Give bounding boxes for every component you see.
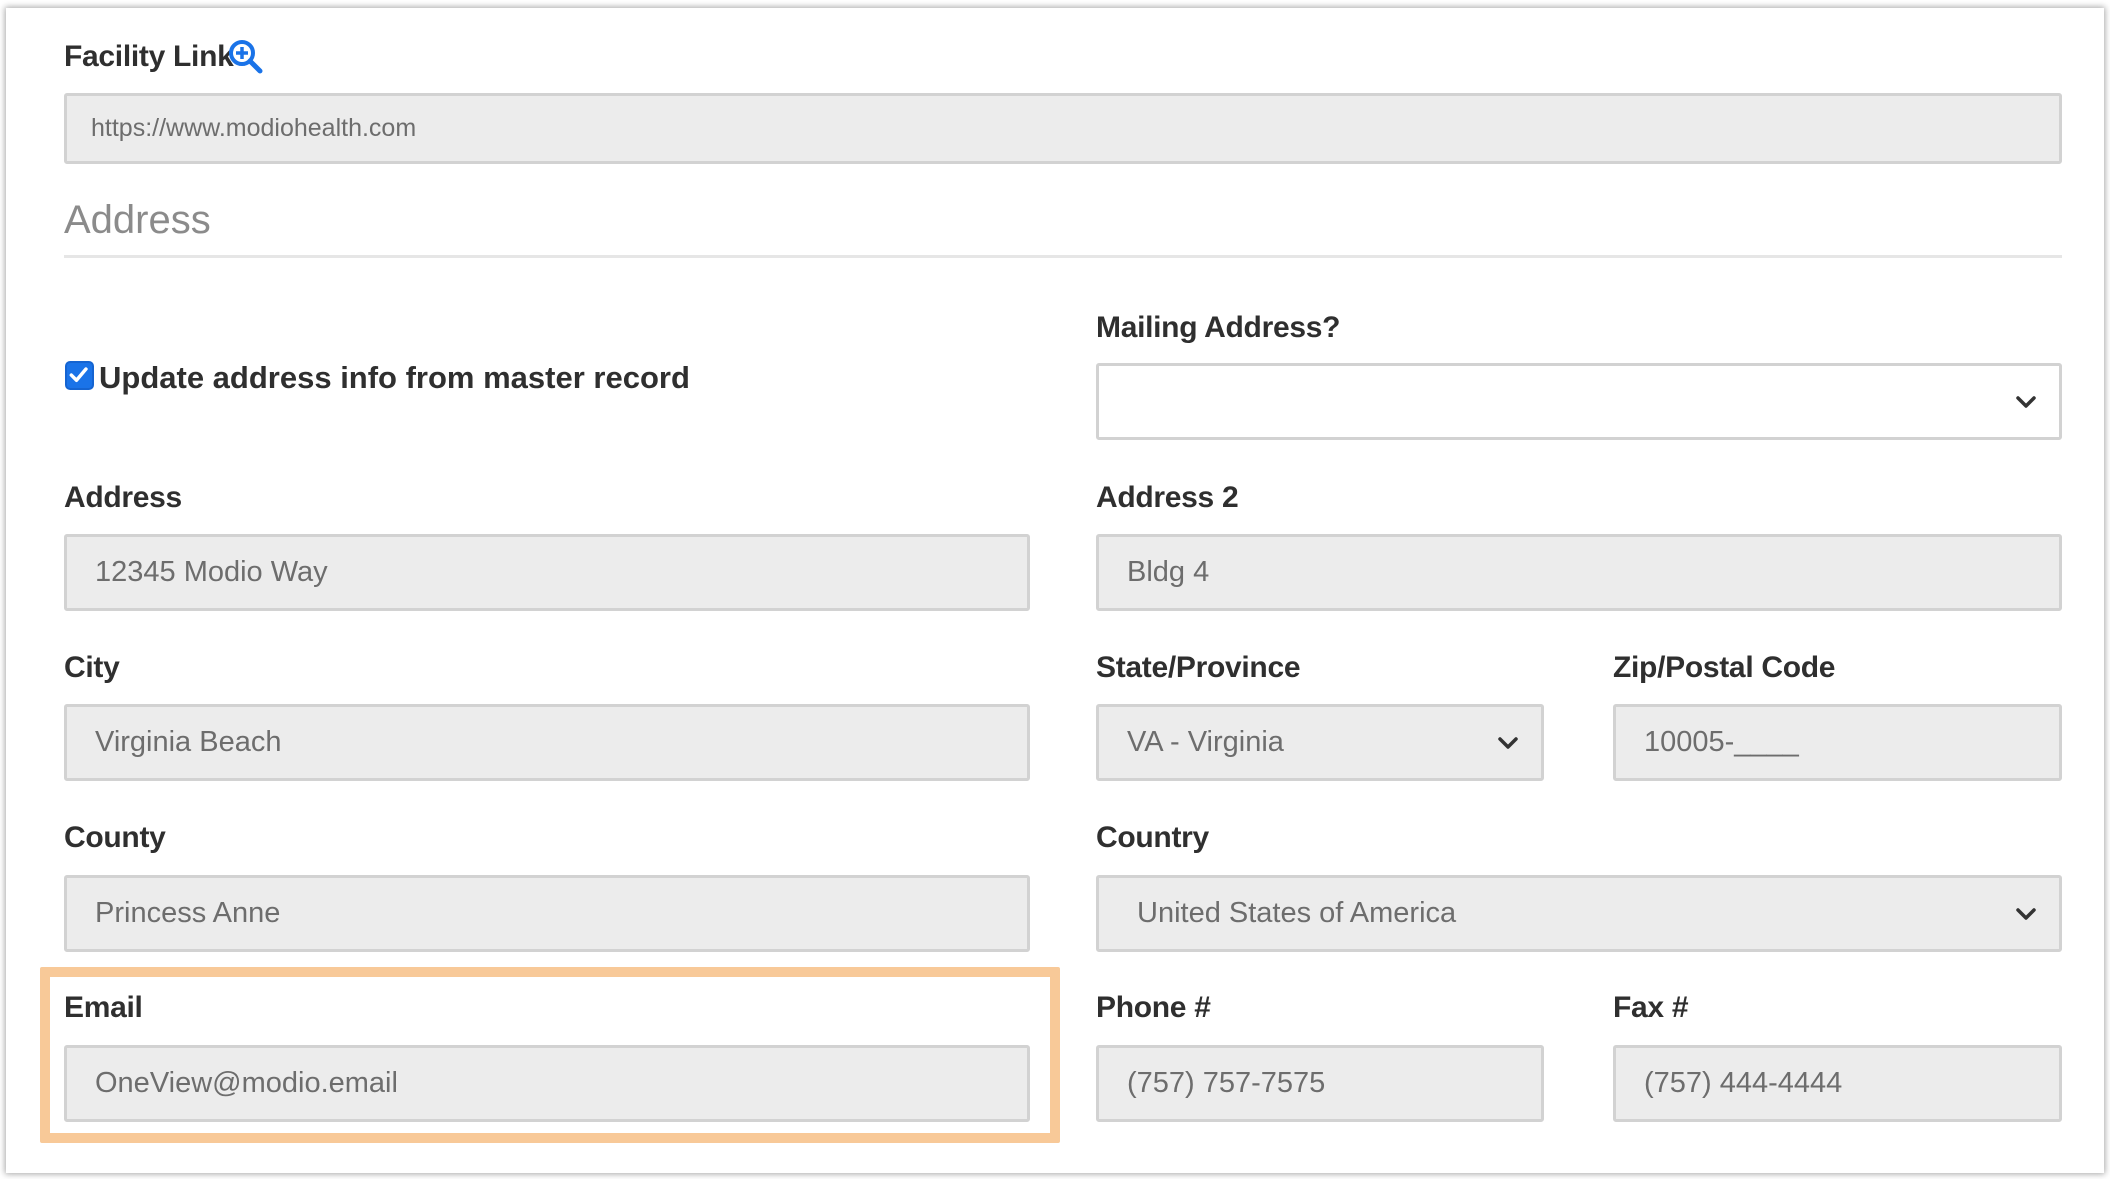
state-value: VA - Virginia: [1127, 726, 1284, 758]
section-title: Address: [64, 198, 211, 242]
checkmark-icon: [69, 367, 88, 382]
fax-value: (757) 444-4444: [1644, 1067, 1843, 1099]
address2-input[interactable]: Bldg 4: [1096, 534, 2062, 611]
phone-input[interactable]: (757) 757-7575: [1096, 1045, 1544, 1122]
zoom-in-icon[interactable]: [227, 38, 263, 74]
mailing-address-select[interactable]: [1096, 363, 2062, 440]
county-label: County: [64, 821, 166, 854]
mailing-address-label: Mailing Address?: [1096, 311, 1341, 344]
address2-label: Address 2: [1096, 481, 1239, 514]
address-value: 12345 Modio Way: [95, 556, 328, 588]
address-label: Address: [64, 481, 182, 514]
chevron-down-icon: [2016, 395, 2036, 408]
state-label: State/Province: [1096, 651, 1301, 684]
country-select[interactable]: United States of America: [1096, 875, 2062, 952]
fax-label: Fax #: [1613, 991, 1689, 1024]
section-divider: [64, 255, 2062, 258]
city-value: Virginia Beach: [95, 726, 282, 758]
facility-link-label: Facility Link: [64, 40, 234, 73]
zip-input[interactable]: 10005-____: [1613, 704, 2062, 781]
facility-link-value: https://www.modiohealth.com: [91, 114, 417, 142]
fax-input[interactable]: (757) 444-4444: [1613, 1045, 2062, 1122]
country-value: United States of America: [1137, 897, 1457, 929]
city-input[interactable]: Virginia Beach: [64, 704, 1030, 781]
chevron-down-icon: [1498, 736, 1518, 749]
country-label: Country: [1096, 821, 1209, 854]
facility-link-field[interactable]: https://www.modiohealth.com: [64, 93, 2062, 164]
phone-label: Phone #: [1096, 991, 1211, 1024]
phone-value: (757) 757-7575: [1127, 1067, 1326, 1099]
update-address-checkbox[interactable]: [65, 361, 94, 390]
email-label: Email: [64, 991, 143, 1024]
city-label: City: [64, 651, 120, 684]
email-input[interactable]: OneView@modio.email: [64, 1045, 1030, 1122]
address2-value: Bldg 4: [1127, 556, 1210, 588]
email-value: OneView@modio.email: [95, 1067, 398, 1099]
zip-label: Zip/Postal Code: [1613, 651, 1836, 684]
update-address-label[interactable]: Update address info from master record: [99, 360, 690, 396]
chevron-down-icon: [2016, 907, 2036, 920]
county-value: Princess Anne: [95, 897, 281, 929]
county-input[interactable]: Princess Anne: [64, 875, 1030, 952]
zip-value: 10005-____: [1644, 726, 1799, 758]
state-select[interactable]: VA - Virginia: [1096, 704, 1544, 781]
address-input[interactable]: 12345 Modio Way: [64, 534, 1030, 611]
